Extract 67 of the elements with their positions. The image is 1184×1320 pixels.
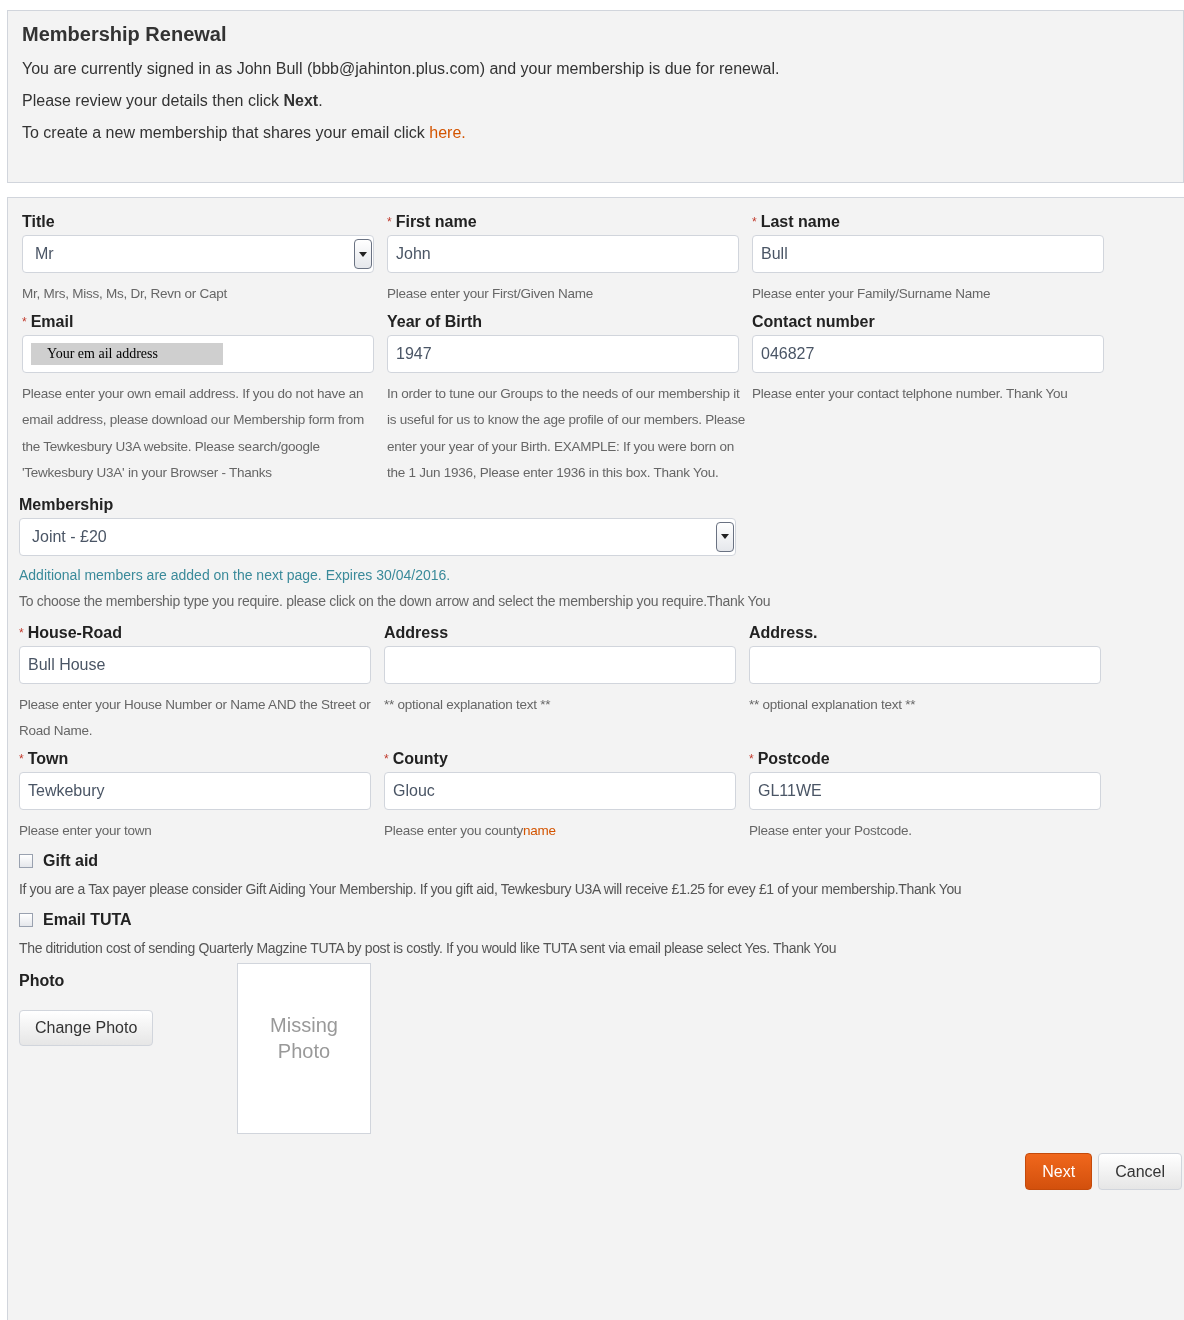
text-field[interactable] <box>384 645 736 684</box>
help-text: Please enter you countyname <box>384 822 556 838</box>
required-mark: * <box>749 751 754 766</box>
checkbox[interactable] <box>19 854 33 868</box>
required-mark: * <box>752 215 757 229</box>
intro-text: To create a new membership that shares your email click here. <box>22 123 467 143</box>
help-text: If you are a Tax payer please consider Gift Aiding Your Membership. If you gift aid, Tewkesbury U3A will receive £1.25 for evey £1 of your membership.Thank You <box>19 880 963 899</box>
help-text: To choose the membership type you require. please click on the down arrow and select the membership you require.Thank You <box>19 592 772 611</box>
field-label: * Town <box>19 748 70 769</box>
field-label: * House-Road <box>19 622 123 643</box>
help-text: Please enter your Postcode. <box>749 822 912 838</box>
intro-text: Please review your details then click Next. <box>22 91 324 111</box>
text-field[interactable]: 046827 <box>752 334 1104 373</box>
here-link[interactable]: here. <box>429 124 466 141</box>
help-text: Mr, Mrs, Miss, Ms, Dr, Revn or Capt <box>22 286 228 301</box>
help-text: In order to tune our Groups to the needs of our membership it is useful for us to know the age profile of our members. Please enter your year of your Birth. EXAMPLE: If you were born on the 1 Jun 1936, Please enter 1936 in this box. Thank You. <box>387 385 745 480</box>
field-label: Address <box>384 622 450 643</box>
field-label: Photo <box>19 971 66 991</box>
change-photo-button[interactable]: Change Photo <box>19 1010 154 1046</box>
field-label: * Postcode <box>749 748 831 769</box>
page-title: Membership Renewal <box>22 22 228 47</box>
field-label: * Email <box>22 311 75 332</box>
field-label: Title <box>22 212 56 232</box>
field-label: Membership <box>19 494 115 515</box>
help-text: Please enter your First/Given Name <box>387 286 594 301</box>
help-text: Please enter your Family/Surname Name <box>752 286 991 301</box>
help-text: The ditridution cost of sending Quarterly Magzine TUTA by post is costly. If you would like TUTA sent via email please select Yes. Thank You <box>19 938 838 958</box>
caret-icon <box>359 251 367 257</box>
help-text: Please enter your own email address. If you do not have an email address, please download our Membership form from the Tewkesbury U3A website. Please search/google 'Tewkesbury U3A' in your Browser - Thanks <box>22 385 364 480</box>
checkbox-label: Email TUTA <box>43 909 132 930</box>
membership-note: Additional members are added on the next page. Expires 30/04/2016. <box>19 565 452 585</box>
field-label: * First name <box>387 212 478 232</box>
text-field[interactable]: Glouc <box>384 771 736 810</box>
field-label: * Last name <box>752 212 841 232</box>
help-text: Please enter your House Number or Name AND the Street or Road Name. <box>19 696 371 738</box>
text-field[interactable] <box>749 645 1101 684</box>
required-mark: * <box>384 751 389 766</box>
title-select[interactable]: Mr <box>22 235 374 273</box>
required-mark: * <box>19 751 24 766</box>
help-text: Please enter your contact telphone number. Thank You <box>752 385 1068 401</box>
checkbox-label: Gift aid <box>43 851 99 871</box>
text-field[interactable]: Bull House <box>19 645 371 684</box>
text-field[interactable]: 1947 <box>387 334 739 373</box>
next-button[interactable]: Next <box>1025 1153 1093 1190</box>
membership-select[interactable]: Joint - £20 <box>19 517 736 556</box>
help-text: Please enter your town <box>19 822 152 838</box>
help-text: ** optional explanation text ** <box>749 696 916 712</box>
required-mark: * <box>22 314 27 329</box>
field-label: Address. <box>749 622 819 643</box>
dropdown-button[interactable] <box>716 521 734 552</box>
cancel-button[interactable]: Cancel <box>1098 1153 1182 1190</box>
field-label: Year of Birth <box>387 311 484 332</box>
required-mark: * <box>19 625 24 640</box>
intro-text: You are currently signed in as John Bull (bbb@jahinton.plus.com) and your membership is due for renewal. <box>22 59 781 79</box>
email-field[interactable]: Your em ail address <box>22 334 374 373</box>
text-field[interactable]: John <box>387 235 739 273</box>
text-field[interactable]: Tewkebury <box>19 771 371 810</box>
text-field[interactable]: GL11WE <box>749 771 1101 810</box>
text-field[interactable]: Bull <box>752 235 1104 273</box>
dropdown-button[interactable] <box>354 239 372 269</box>
help-text: ** optional explanation text ** <box>384 696 551 712</box>
field-label: * County <box>384 748 449 769</box>
missing-photo-text: Missing Photo <box>269 1013 339 1064</box>
caret-icon <box>721 534 729 539</box>
field-label: Contact number <box>752 311 876 332</box>
checkbox[interactable] <box>19 912 33 927</box>
required-mark: * <box>387 215 392 229</box>
